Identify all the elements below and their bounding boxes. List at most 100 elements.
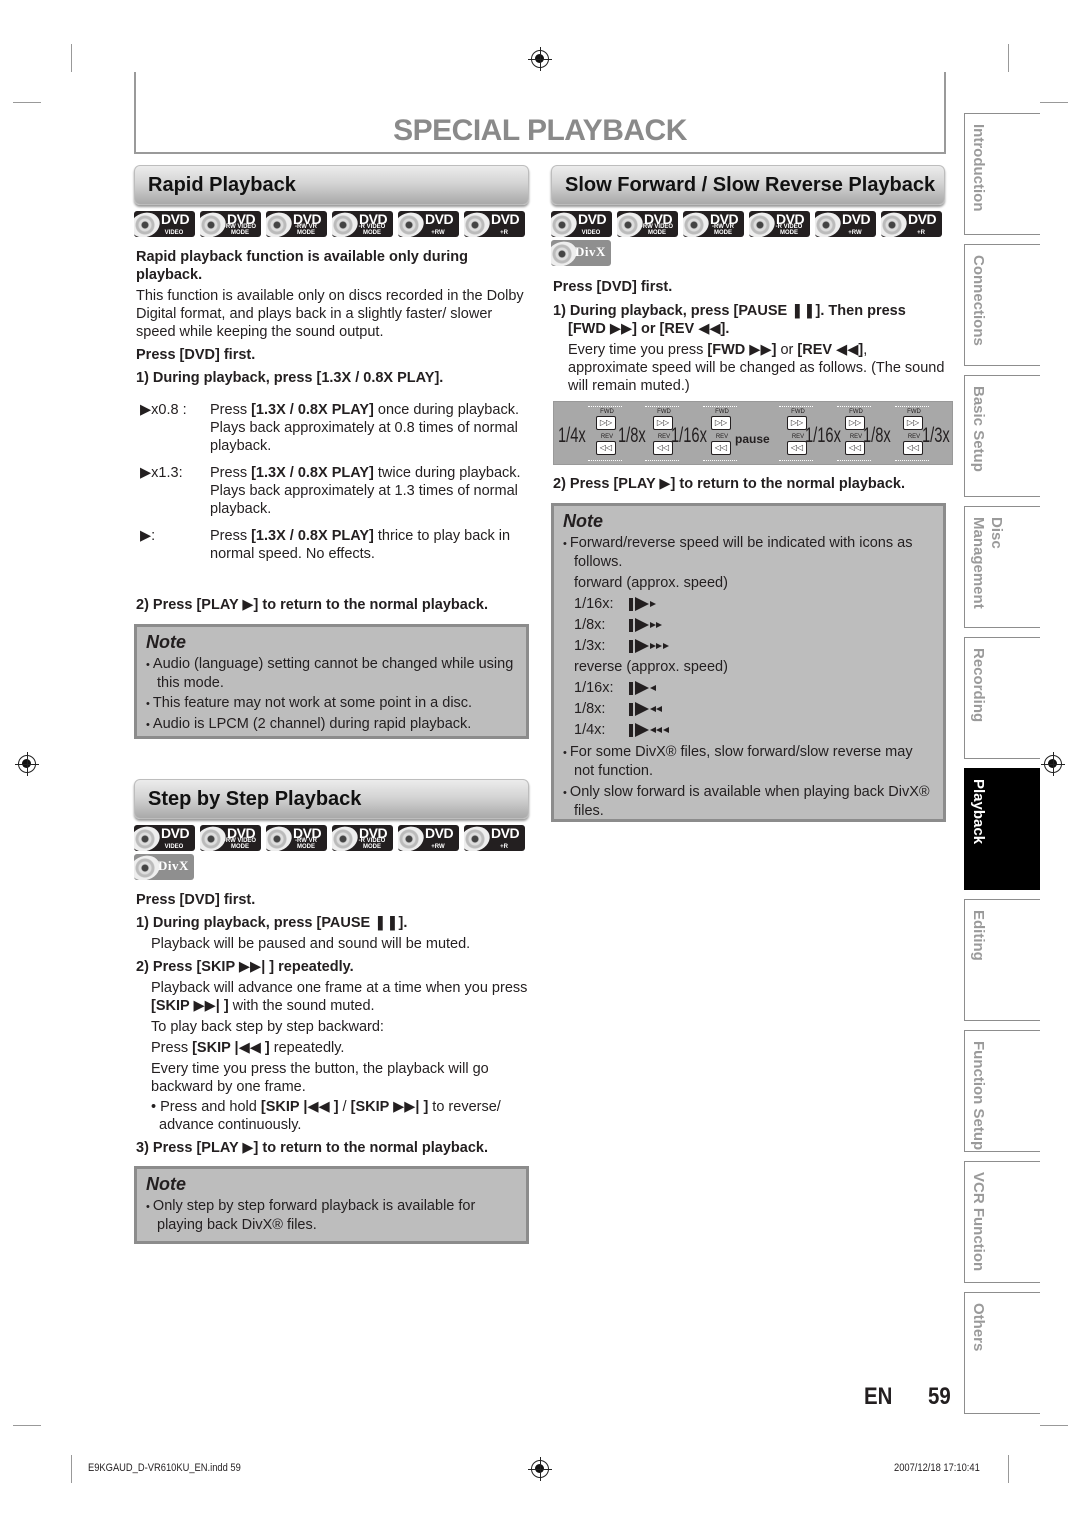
desc-text: / <box>338 1099 351 1115</box>
disc-sublabel: -RW VIDEO MODE <box>223 838 257 850</box>
registration-mark-icon <box>528 47 552 71</box>
disc-icons-step-divx: DivX <box>134 854 194 880</box>
disc-sublabel: VIDEO <box>581 230 601 236</box>
side-tab-label: Others <box>970 1303 987 1352</box>
step-hold-bullet: • Press and hold [SKIP |◀◀ ] / [SKIP ▶▶|… <box>151 1099 501 1133</box>
key-label: [SKIP ▶▶| ] <box>350 1099 429 1115</box>
fwd-caption: FWD <box>657 409 671 415</box>
fwd-direction-arrow <box>703 406 737 407</box>
note-item: Audio is LPCM (2 channel) during rapid p… <box>146 715 517 734</box>
rev-direction-arrow <box>703 460 737 461</box>
key-label: [SKIP |◀◀ ] <box>192 1040 270 1056</box>
side-tab-introduction[interactable]: Introduction <box>964 113 1040 235</box>
rapid-mode-x0-8: ▶x0.8 : Press [1.3X / 0.8X PLAY] once du… <box>140 401 535 455</box>
speed-indicator-row: 1/16x: <box>563 679 934 697</box>
mode-text: Press <box>210 465 252 481</box>
reverse-speed-list: 1/16x: 1/8x: 1/4x: <box>563 679 934 739</box>
rapid-press-dvd: Press [DVD] first. <box>136 347 256 363</box>
dvd-disc-icon: DVD -RW VIDEO MODE <box>200 825 261 851</box>
rev-direction-arrow <box>837 460 871 461</box>
rev-caption: REV <box>657 434 671 440</box>
disc-sublabel: +R <box>917 230 925 236</box>
dvd-disc-icon: DVD +RW <box>815 211 876 237</box>
disc-sublabel: -RW VR MODE <box>295 838 317 850</box>
slow-forward-icon <box>629 637 669 655</box>
side-tab-editing[interactable]: Editing <box>964 899 1040 1021</box>
fwd-caption: FWD <box>907 409 921 415</box>
disc-label: DVD <box>578 211 607 227</box>
side-tab-playback[interactable]: Playback <box>964 768 1040 890</box>
speed-label: 1/16x <box>671 424 707 447</box>
divx-disc-icon: DivX <box>551 240 611 266</box>
disc-label: DVD <box>425 825 454 841</box>
slow-press-dvd: Press [DVD] first. <box>553 279 673 295</box>
play-icon: ▶ <box>140 465 152 481</box>
side-tab-function-setup[interactable]: Function Setup <box>964 1030 1040 1152</box>
key-label: [1.3X / 0.8X PLAY] <box>251 402 374 418</box>
fwd-button-icon: FWD ▷▷ <box>787 409 809 430</box>
disc-icons-step: DVD VIDEO DVD -RW VIDEO MODE DVD -RW VR MODE D… <box>134 825 525 851</box>
disc-sublabel: +RW <box>848 230 862 236</box>
desc-text: Press and hold <box>160 1099 261 1115</box>
step-step-1-desc: Playback will be paused and sound will b… <box>151 936 471 952</box>
disc-sublabel: +RW <box>431 844 445 850</box>
speed-indicator-row: 1/8x: <box>563 700 934 718</box>
fwd-direction-arrow <box>895 406 929 407</box>
speed-label-pause: pause <box>735 432 770 446</box>
note-item: Audio (language) setting cannot be chang… <box>146 655 517 692</box>
footer-file: E9KGAUD_D-VR610KU_EN.indd 59 <box>88 1462 241 1474</box>
disc-sublabel: -R VIDEO MODE <box>358 838 386 850</box>
rev-key-icon: ◁◁ <box>903 441 923 455</box>
speed-label: 1/8x <box>618 424 646 447</box>
disc-sublabel: +RW <box>431 230 445 236</box>
rev-direction-arrow <box>645 460 679 461</box>
speed-indicator-row: 1/3x: <box>563 637 934 655</box>
disc-label: DVD <box>491 211 520 227</box>
disc-sublabel: -RW VIDEO MODE <box>223 224 257 236</box>
page-title: SPECIAL PLAYBACK <box>393 114 687 147</box>
side-tab-basic-setup[interactable]: Basic Setup <box>964 375 1040 497</box>
slow-playback-heading: Slow Forward / Slow Reverse Playback <box>551 165 945 205</box>
slow-step-2: 2) Press [PLAY ▶] to return to the norma… <box>553 476 905 492</box>
rev-key-icon: ◁◁ <box>787 441 807 455</box>
step-step-2-desc: Playback will advance one frame at a tim… <box>136 979 531 1015</box>
rev-direction-arrow <box>779 460 813 461</box>
fwd-direction-arrow <box>837 406 871 407</box>
side-tab-connections[interactable]: Connections <box>964 244 1040 366</box>
note-item: Only step by step forward playback is av… <box>146 1197 517 1234</box>
side-tab-label: Basic Setup <box>970 386 987 472</box>
disc-label: DVD <box>842 211 871 227</box>
step-backward-intro: To play back step by step backward: <box>151 1019 384 1035</box>
side-tab-label: Playback <box>970 779 987 845</box>
step-backward-press: Press [SKIP |◀◀ ] repeatedly. <box>136 1039 344 1057</box>
rev-button-icon: REV ◁◁ <box>845 434 867 455</box>
rev-button-icon: REV ◁◁ <box>903 434 925 455</box>
side-tab-others[interactable]: Others <box>964 1292 1040 1414</box>
side-tab-disc-management[interactable]: Disc Management <box>964 506 1040 628</box>
disc-sublabel: -R VIDEO MODE <box>358 224 386 236</box>
forward-title: forward (approx. speed) <box>574 575 728 591</box>
rev-caption: REV <box>715 434 729 440</box>
dvd-disc-icon: DVD VIDEO <box>134 211 195 237</box>
crop-mark <box>13 102 41 103</box>
divx-disc-icon: DivX <box>134 854 194 880</box>
slow-forward-icon <box>629 616 662 634</box>
slow-step-1-desc: Every time you press [FWD ▶▶] or [REV ◀◀… <box>553 341 948 395</box>
rev-key-icon: ◁◁ <box>653 441 673 455</box>
side-tab-recording[interactable]: Recording <box>964 637 1040 759</box>
disc-label: DVD <box>425 211 454 227</box>
rev-button-icon: REV ◁◁ <box>653 434 675 455</box>
mode-indicator: x0.8 : <box>151 402 187 418</box>
fwd-button-icon: FWD ▷▷ <box>711 409 733 430</box>
side-tab-label: Connections <box>970 255 987 346</box>
forward-speed-list: 1/16x: 1/8x: 1/3x: <box>563 595 934 655</box>
desc-text: or <box>776 342 798 358</box>
side-tab-label: Function Setup <box>970 1041 987 1151</box>
step-step-1: 1) During playback, press [PAUSE ❚❚]. <box>136 915 408 931</box>
note-title: Note <box>563 511 603 531</box>
rev-button-icon: REV ◁◁ <box>711 434 733 455</box>
slow-reverse-icon <box>629 679 656 697</box>
side-tab-label: VCR Function <box>970 1172 987 1272</box>
side-tab-vcr-function[interactable]: VCR Function <box>964 1161 1040 1283</box>
fwd-button-icon: FWD ▷▷ <box>903 409 925 430</box>
